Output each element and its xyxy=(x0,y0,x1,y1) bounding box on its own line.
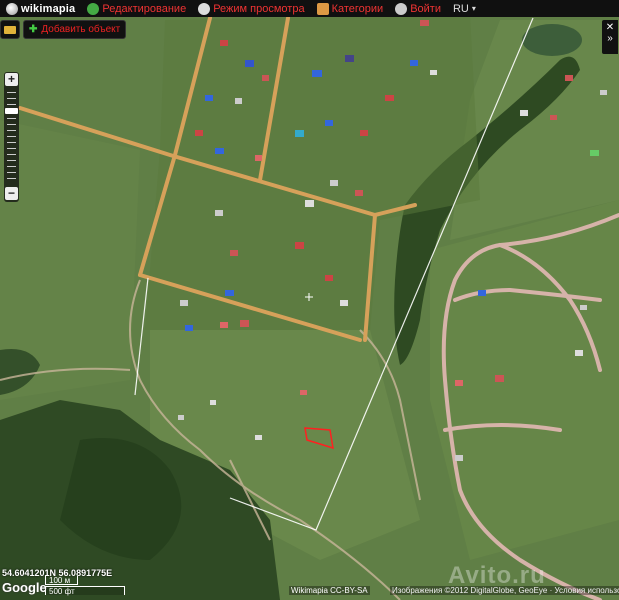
globe-icon xyxy=(6,2,18,15)
zoom-tick xyxy=(7,166,16,167)
zoom-in-button[interactable]: + xyxy=(5,73,18,86)
zoom-tick xyxy=(7,130,16,131)
zoom-tick xyxy=(7,124,16,125)
layers-icon xyxy=(4,25,16,34)
zoom-tick xyxy=(7,142,16,143)
zoom-tick xyxy=(7,178,16,179)
zoom-tick xyxy=(7,154,16,155)
language-label: RU xyxy=(452,2,469,15)
edit-icon xyxy=(87,2,100,15)
menu-categories-label: Категории xyxy=(331,2,384,15)
zoom-tick xyxy=(7,148,16,149)
zoom-tick xyxy=(7,92,16,93)
zoom-tick xyxy=(7,98,16,99)
menu-edit[interactable]: Редактирование xyxy=(81,2,192,15)
add-object-label: Добавить объект xyxy=(41,24,121,35)
add-object-button[interactable]: ✚ Добавить объект xyxy=(23,20,127,39)
scale-bar: 100 м 500 фт xyxy=(45,576,125,596)
scale-imperial: 500 фт xyxy=(45,586,125,596)
menu-login-label: Войти xyxy=(410,2,441,15)
user-icon xyxy=(395,2,408,15)
google-logo[interactable]: Google xyxy=(2,580,47,595)
zoom-out-button[interactable]: − xyxy=(5,187,18,200)
scale-metric: 100 м xyxy=(45,576,78,585)
brand-name: wikimapia xyxy=(21,2,76,15)
zoom-control: + − xyxy=(4,72,19,202)
side-panel-toggle[interactable]: ✕ » xyxy=(602,20,618,54)
zoom-tick xyxy=(7,104,16,105)
top-menu-bar: wikimapia Редактирование Режим просмотра… xyxy=(0,0,619,17)
satellite-map[interactable] xyxy=(0,0,619,600)
language-select[interactable]: RU ▾ xyxy=(447,3,482,15)
close-icon: ✕ xyxy=(605,22,615,33)
wikimapia-logo[interactable]: wikimapia xyxy=(0,2,81,15)
map-toolbar: ✚ Добавить объект xyxy=(0,20,127,39)
menu-view-mode[interactable]: Режим просмотра xyxy=(192,2,310,15)
menu-edit-label: Редактирование xyxy=(102,2,187,15)
imagery-attribution[interactable]: Изображения ©2012 DigitalGlobe, GeoEye ·… xyxy=(390,586,619,595)
add-place-icon: ✚ xyxy=(29,24,38,35)
chevron-down-icon: ▾ xyxy=(471,4,476,13)
menu-categories[interactable]: Категории xyxy=(311,2,390,15)
license-link[interactable]: Wikimapia CC-BY-SA xyxy=(289,586,370,595)
zoom-tick xyxy=(7,172,16,173)
zoom-tick xyxy=(7,118,16,119)
layers-button[interactable] xyxy=(0,20,20,39)
compass-icon xyxy=(198,2,211,15)
menu-login[interactable]: Войти xyxy=(389,2,447,15)
chevron-right-icon: » xyxy=(607,33,613,44)
menu-view-mode-label: Режим просмотра xyxy=(213,2,305,15)
zoom-tick xyxy=(7,136,16,137)
zoom-tick xyxy=(7,160,16,161)
zoom-slider-handle[interactable] xyxy=(5,108,18,114)
categories-icon xyxy=(316,2,329,15)
